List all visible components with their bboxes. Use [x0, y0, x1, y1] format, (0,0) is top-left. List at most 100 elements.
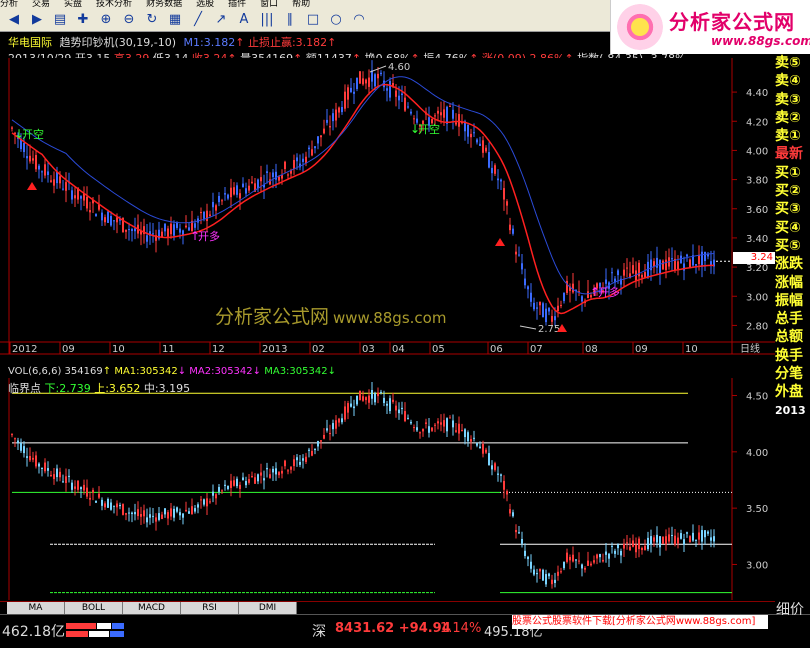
quote-label-17: 分笔 — [775, 366, 803, 383]
rect-icon[interactable]: □ — [303, 10, 323, 28]
sub-candle-body — [383, 397, 385, 404]
y-tick-label: 3.40 — [746, 234, 768, 245]
candle-body — [389, 81, 391, 98]
grid-icon[interactable]: ▦ — [165, 10, 185, 28]
sub-candle-body — [194, 508, 196, 512]
candle-body — [125, 229, 127, 232]
sub-candle-body — [305, 456, 307, 462]
circle-icon[interactable]: ○ — [326, 10, 346, 28]
candle-body — [542, 303, 544, 318]
zoom-out-icon[interactable]: ⊖ — [119, 10, 139, 28]
sub-candle-body — [584, 567, 586, 570]
sub-candle-body — [308, 449, 310, 451]
logo-name: 分析家公式网 — [669, 10, 795, 34]
menu-item-4[interactable]: 财务数据 — [146, 0, 182, 8]
candle-body — [497, 178, 499, 181]
sub-candle-body — [125, 513, 127, 515]
sub-candle-body — [437, 421, 439, 424]
x-tick-label: 06 — [490, 344, 503, 355]
sub-candle-body — [95, 500, 97, 503]
menu-item-1[interactable]: 交易 — [32, 0, 50, 8]
site-logo: 分析家公式网 www.88gs.com — [610, 0, 810, 54]
text-icon[interactable]: A — [234, 10, 254, 28]
low-marker: 2.75 — [538, 324, 560, 335]
sub-candle-body — [293, 459, 295, 467]
candle-body — [509, 224, 511, 231]
sub-candle-body — [44, 462, 46, 472]
forward-icon[interactable]: ▶ — [27, 10, 47, 28]
period-label[interactable]: 日线 — [740, 342, 760, 355]
candle-body — [110, 216, 112, 226]
candle-body — [656, 257, 658, 268]
sub-candle-body — [149, 514, 151, 518]
sub-candle-body — [578, 560, 580, 562]
sub-candle-body — [50, 474, 52, 477]
menu-item-2[interactable]: 实盘 — [64, 0, 82, 8]
candle-body — [311, 149, 313, 156]
sub-candle-body — [206, 498, 208, 507]
sub-candle-body — [386, 403, 388, 406]
refresh-icon[interactable]: ↻ — [142, 10, 162, 28]
line-icon[interactable]: ╱ — [188, 10, 208, 28]
sub-candle-body — [413, 427, 415, 429]
menu-item-6[interactable]: 插件 — [228, 0, 246, 8]
sub-candle-body — [638, 538, 640, 550]
zoom-in-icon[interactable]: ⊕ — [96, 10, 116, 28]
tab-macd[interactable]: MACD — [123, 602, 181, 614]
sub-candle-body — [146, 517, 148, 523]
menu-item-3[interactable]: 技术分析 — [96, 0, 132, 8]
bar-icon[interactable]: ||| — [257, 10, 277, 28]
menu-item-8[interactable]: 帮助 — [292, 0, 310, 8]
critical-point-chart[interactable]: 4.50 4.00 3.50 3.00 — [0, 378, 775, 600]
candle-body — [518, 254, 520, 256]
sub-candle-body — [11, 434, 13, 436]
ray-icon[interactable]: ↗ — [211, 10, 231, 28]
quote-label-14: 总手 — [775, 311, 803, 328]
sub-candle-body — [398, 409, 400, 414]
sub-candle-body — [170, 508, 172, 517]
sub-candle-body — [524, 550, 526, 556]
candle-body — [104, 217, 106, 223]
candle-body — [281, 175, 283, 179]
arc-icon[interactable]: ◠ — [349, 10, 369, 28]
candle-body — [557, 305, 559, 311]
tab-rsi[interactable]: RSI — [181, 602, 239, 614]
market-amount: 462.18亿 — [2, 624, 65, 640]
watermark: 分析家公式网 www.88gs.com — [215, 302, 446, 329]
chart-icon[interactable]: ▤ — [50, 10, 70, 28]
ad-banner[interactable]: 股票公式股票软件下载[分析家公式网www.88gs.com] — [512, 615, 768, 629]
back-icon[interactable]: ◀ — [4, 10, 24, 28]
candle-body — [581, 296, 583, 302]
critical-point-info: 临界点 下:2.739 上:3.652 中:3.195 — [8, 380, 190, 396]
sub-candle-body — [269, 474, 271, 479]
menu-item-5[interactable]: 选股 — [196, 0, 214, 8]
parallel-icon[interactable]: ∥ — [280, 10, 300, 28]
candle-body — [401, 93, 403, 96]
candle-body — [365, 79, 367, 84]
candle-body — [71, 190, 73, 200]
sub-candle-body — [260, 472, 262, 476]
quote-label-8: 买③ — [775, 201, 801, 218]
tab-ma[interactable]: MA — [7, 602, 65, 614]
tab-boll[interactable]: BOLL — [65, 602, 123, 614]
sub-candle-body — [443, 420, 445, 427]
sub-candle-body — [17, 440, 19, 443]
stop-value: 止损止赢:3.182 — [247, 36, 328, 49]
sub-candle-body — [314, 448, 316, 451]
candle-body — [506, 201, 508, 206]
sub-candle-body — [353, 406, 355, 409]
sub-candle-body — [671, 535, 673, 537]
cross-icon[interactable]: ✚ — [73, 10, 93, 28]
sub-candle-body — [539, 568, 541, 572]
y-tick-label: 3.60 — [746, 205, 768, 216]
menu-item-7[interactable]: 窗口 — [260, 0, 278, 8]
sub-candle-body — [542, 569, 544, 581]
tab-dmi[interactable]: DMI — [239, 602, 297, 614]
sub-candle-body — [575, 559, 577, 561]
sub-candle-body — [71, 482, 73, 490]
sub-candle-body — [20, 442, 22, 451]
candle-body — [356, 77, 358, 90]
menu-item-0[interactable]: 分析 — [0, 0, 18, 8]
candle-body — [347, 87, 349, 100]
sub-candle-body — [377, 392, 379, 397]
